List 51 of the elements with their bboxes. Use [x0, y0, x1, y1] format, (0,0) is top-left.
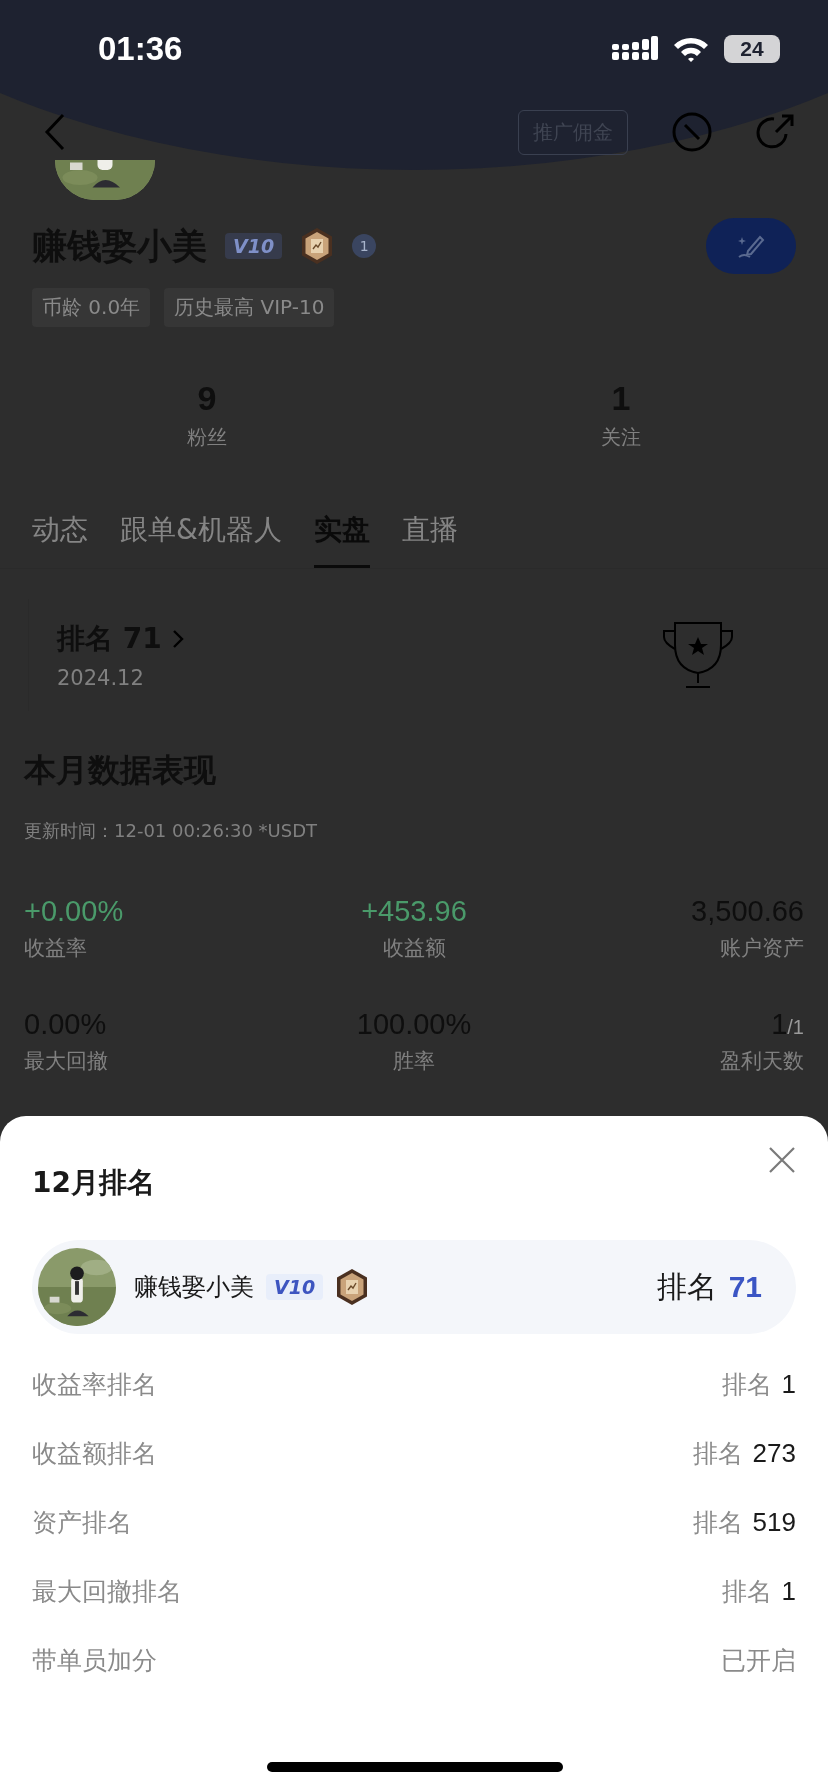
user-name: 赚钱娶小美: [134, 1272, 254, 1303]
rank-number: 71: [728, 1269, 762, 1304]
edit-button[interactable]: [706, 218, 796, 274]
sheet-title: 12月排名: [32, 1165, 155, 1201]
rank-value: 519: [752, 1506, 796, 1538]
wifi-icon: [672, 35, 710, 63]
trophy-icon: [660, 619, 736, 691]
rank-date: 2024.12: [57, 666, 145, 690]
rank-label: 排名: [656, 1267, 717, 1306]
status-value: 已开启: [721, 1644, 796, 1677]
rank-label: 排名: [692, 1437, 743, 1470]
metric-label: 盈利天数: [720, 1048, 804, 1075]
rank-row-label: 收益额排名: [32, 1437, 157, 1470]
metric-label: 账户资产: [720, 935, 804, 962]
tab[interactable]: 动态: [32, 511, 88, 568]
profile-tag: 历史最高 VIP-10: [164, 288, 335, 327]
chevron-icon: [171, 629, 184, 649]
rank-value: 1: [781, 1575, 796, 1607]
update-time: 更新时间：12-01 00:26:30 *USDT: [23, 819, 319, 843]
metric-label: 最大回撤: [24, 1048, 108, 1075]
stat-label: 粉丝: [187, 424, 227, 451]
block-icon[interactable]: [672, 112, 712, 152]
rank-value: 273: [752, 1437, 796, 1469]
vip-badge: V10: [225, 233, 283, 259]
medal-icon: [300, 227, 335, 265]
profile-tag: 币龄 0.0年: [32, 288, 151, 327]
metric-label: 胜率: [393, 1048, 435, 1075]
metric-label: 收益额: [382, 935, 446, 962]
battery-text: 24: [740, 37, 764, 61]
metric-value: +0.00%: [24, 895, 124, 928]
rank-label: 排名: [721, 1575, 772, 1608]
metric-value: +453.96: [361, 895, 467, 928]
back-icon[interactable]: [44, 113, 66, 151]
signal-icon: [612, 36, 658, 62]
status-time: 01:36: [98, 30, 183, 68]
tab[interactable]: 直播: [401, 511, 458, 568]
rank-value: 1: [781, 1368, 796, 1400]
tab[interactable]: 跟单&机器人: [120, 511, 282, 568]
rank-label: 排名: [692, 1506, 743, 1539]
vip-badge: V10: [266, 1274, 324, 1300]
metric-value: 1/1: [771, 1008, 804, 1041]
rank-row-label: 带单员加分: [32, 1644, 157, 1677]
medal-icon: [335, 1268, 370, 1306]
rank-label: 排名: [721, 1368, 772, 1401]
rank-row-label: 最大回撤排名: [32, 1575, 182, 1608]
stat-label: 关注: [601, 424, 641, 451]
rank-row-label: 资产排名: [32, 1506, 132, 1539]
level-badge: 1: [352, 234, 377, 258]
rank-row-label: 收益率排名: [32, 1368, 157, 1401]
metric-label: 收益率: [24, 935, 87, 962]
close-icon[interactable]: [768, 1146, 796, 1174]
